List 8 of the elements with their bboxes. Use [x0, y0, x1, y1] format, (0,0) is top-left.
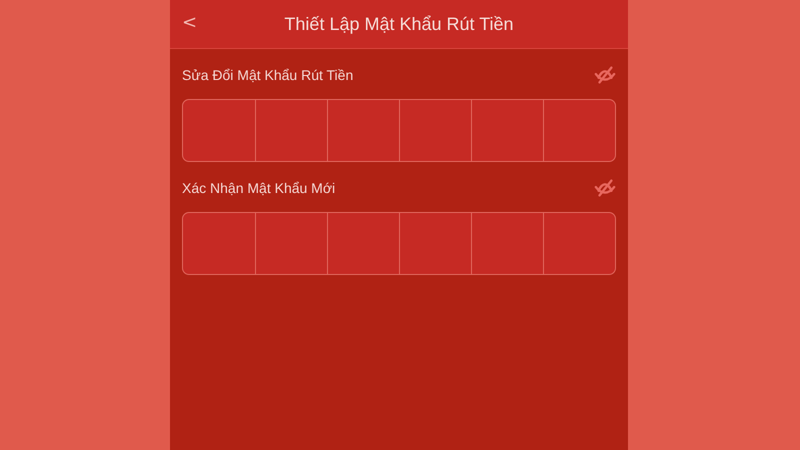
- field-label: Sửa Đổi Mật Khẩu Rút Tiền: [182, 67, 354, 83]
- pin-input-field[interactable]: [182, 212, 616, 275]
- back-button[interactable]: <: [178, 10, 202, 35]
- eye-off-icon[interactable]: [594, 64, 616, 86]
- eye-off-icon[interactable]: [594, 177, 616, 199]
- page-title: Thiết Lập Mật Khẩu Rút Tiền: [284, 14, 514, 34]
- field-label: Xác Nhận Mật Khẩu Mới: [182, 180, 336, 196]
- pin-input-field[interactable]: [182, 99, 616, 162]
